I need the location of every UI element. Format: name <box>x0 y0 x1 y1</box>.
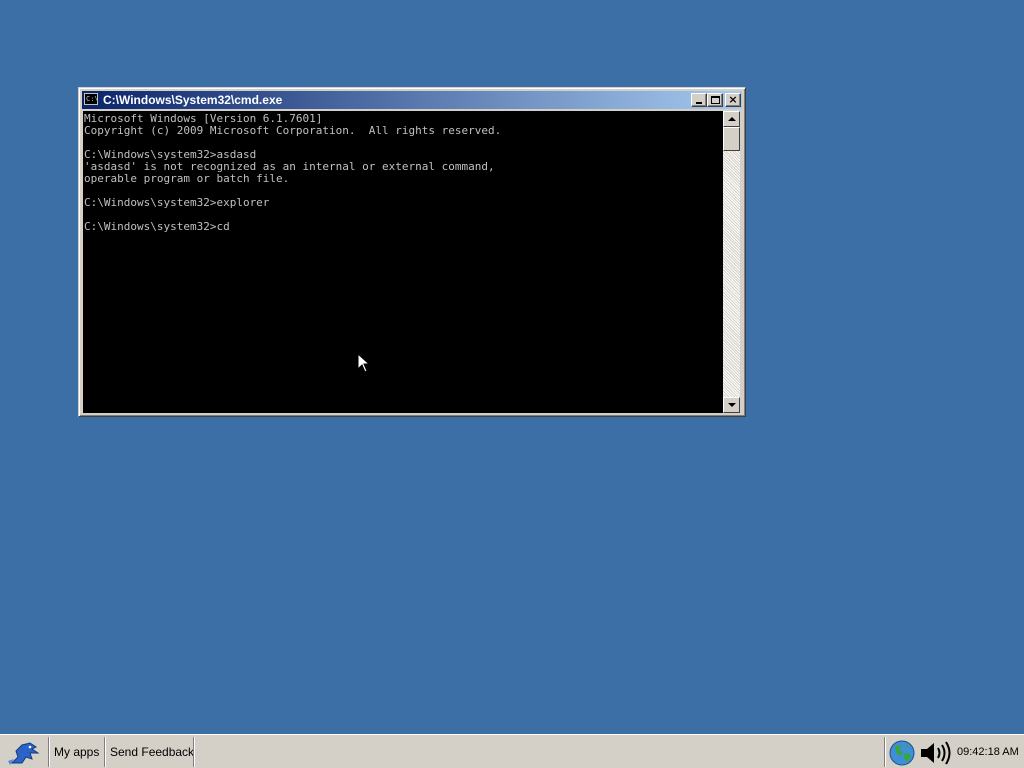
title-bar[interactable]: C:\ C:\Windows\System32\cmd.exe × <box>82 91 742 109</box>
maximize-button[interactable] <box>707 93 723 107</box>
console-output[interactable]: Microsoft Windows [Version 6.1.7601] Cop… <box>83 111 723 413</box>
arrow-down-icon <box>728 403 736 407</box>
speaker-icon[interactable] <box>919 740 953 766</box>
cmd-window[interactable]: C:\ C:\Windows\System32\cmd.exe × Micros… <box>78 87 746 417</box>
my-apps-button[interactable]: My apps <box>48 737 104 767</box>
minimize-icon <box>696 102 702 104</box>
scroll-down-button[interactable] <box>723 397 740 413</box>
console-text: Microsoft Windows [Version 6.1.7601] Cop… <box>84 112 502 233</box>
globe-icon[interactable] <box>889 740 915 766</box>
close-button[interactable]: × <box>725 93 741 107</box>
console-app-icon[interactable]: C:\ <box>84 93 98 105</box>
maximize-icon <box>711 96 720 104</box>
scroll-thumb[interactable] <box>723 127 740 151</box>
mouse-pointer-icon <box>357 353 371 373</box>
window-title: C:\Windows\System32\cmd.exe <box>103 93 283 107</box>
scroll-up-button[interactable] <box>723 111 740 127</box>
taskbar-clock[interactable]: 09:42:18 AM <box>957 737 1019 767</box>
vertical-scrollbar[interactable] <box>723 111 740 413</box>
arrow-up-icon <box>728 117 736 121</box>
minimize-button[interactable] <box>691 93 707 107</box>
send-feedback-button[interactable]: Send Feedback <box>104 737 199 767</box>
bird-logo-icon[interactable] <box>2 737 46 767</box>
taskbar: My apps Send Feedback 09:42:18 AM <box>0 734 1024 768</box>
close-icon: × <box>728 93 738 106</box>
system-tray: 09:42:18 AM <box>884 737 1023 767</box>
taskbar-task-button[interactable] <box>193 737 333 767</box>
